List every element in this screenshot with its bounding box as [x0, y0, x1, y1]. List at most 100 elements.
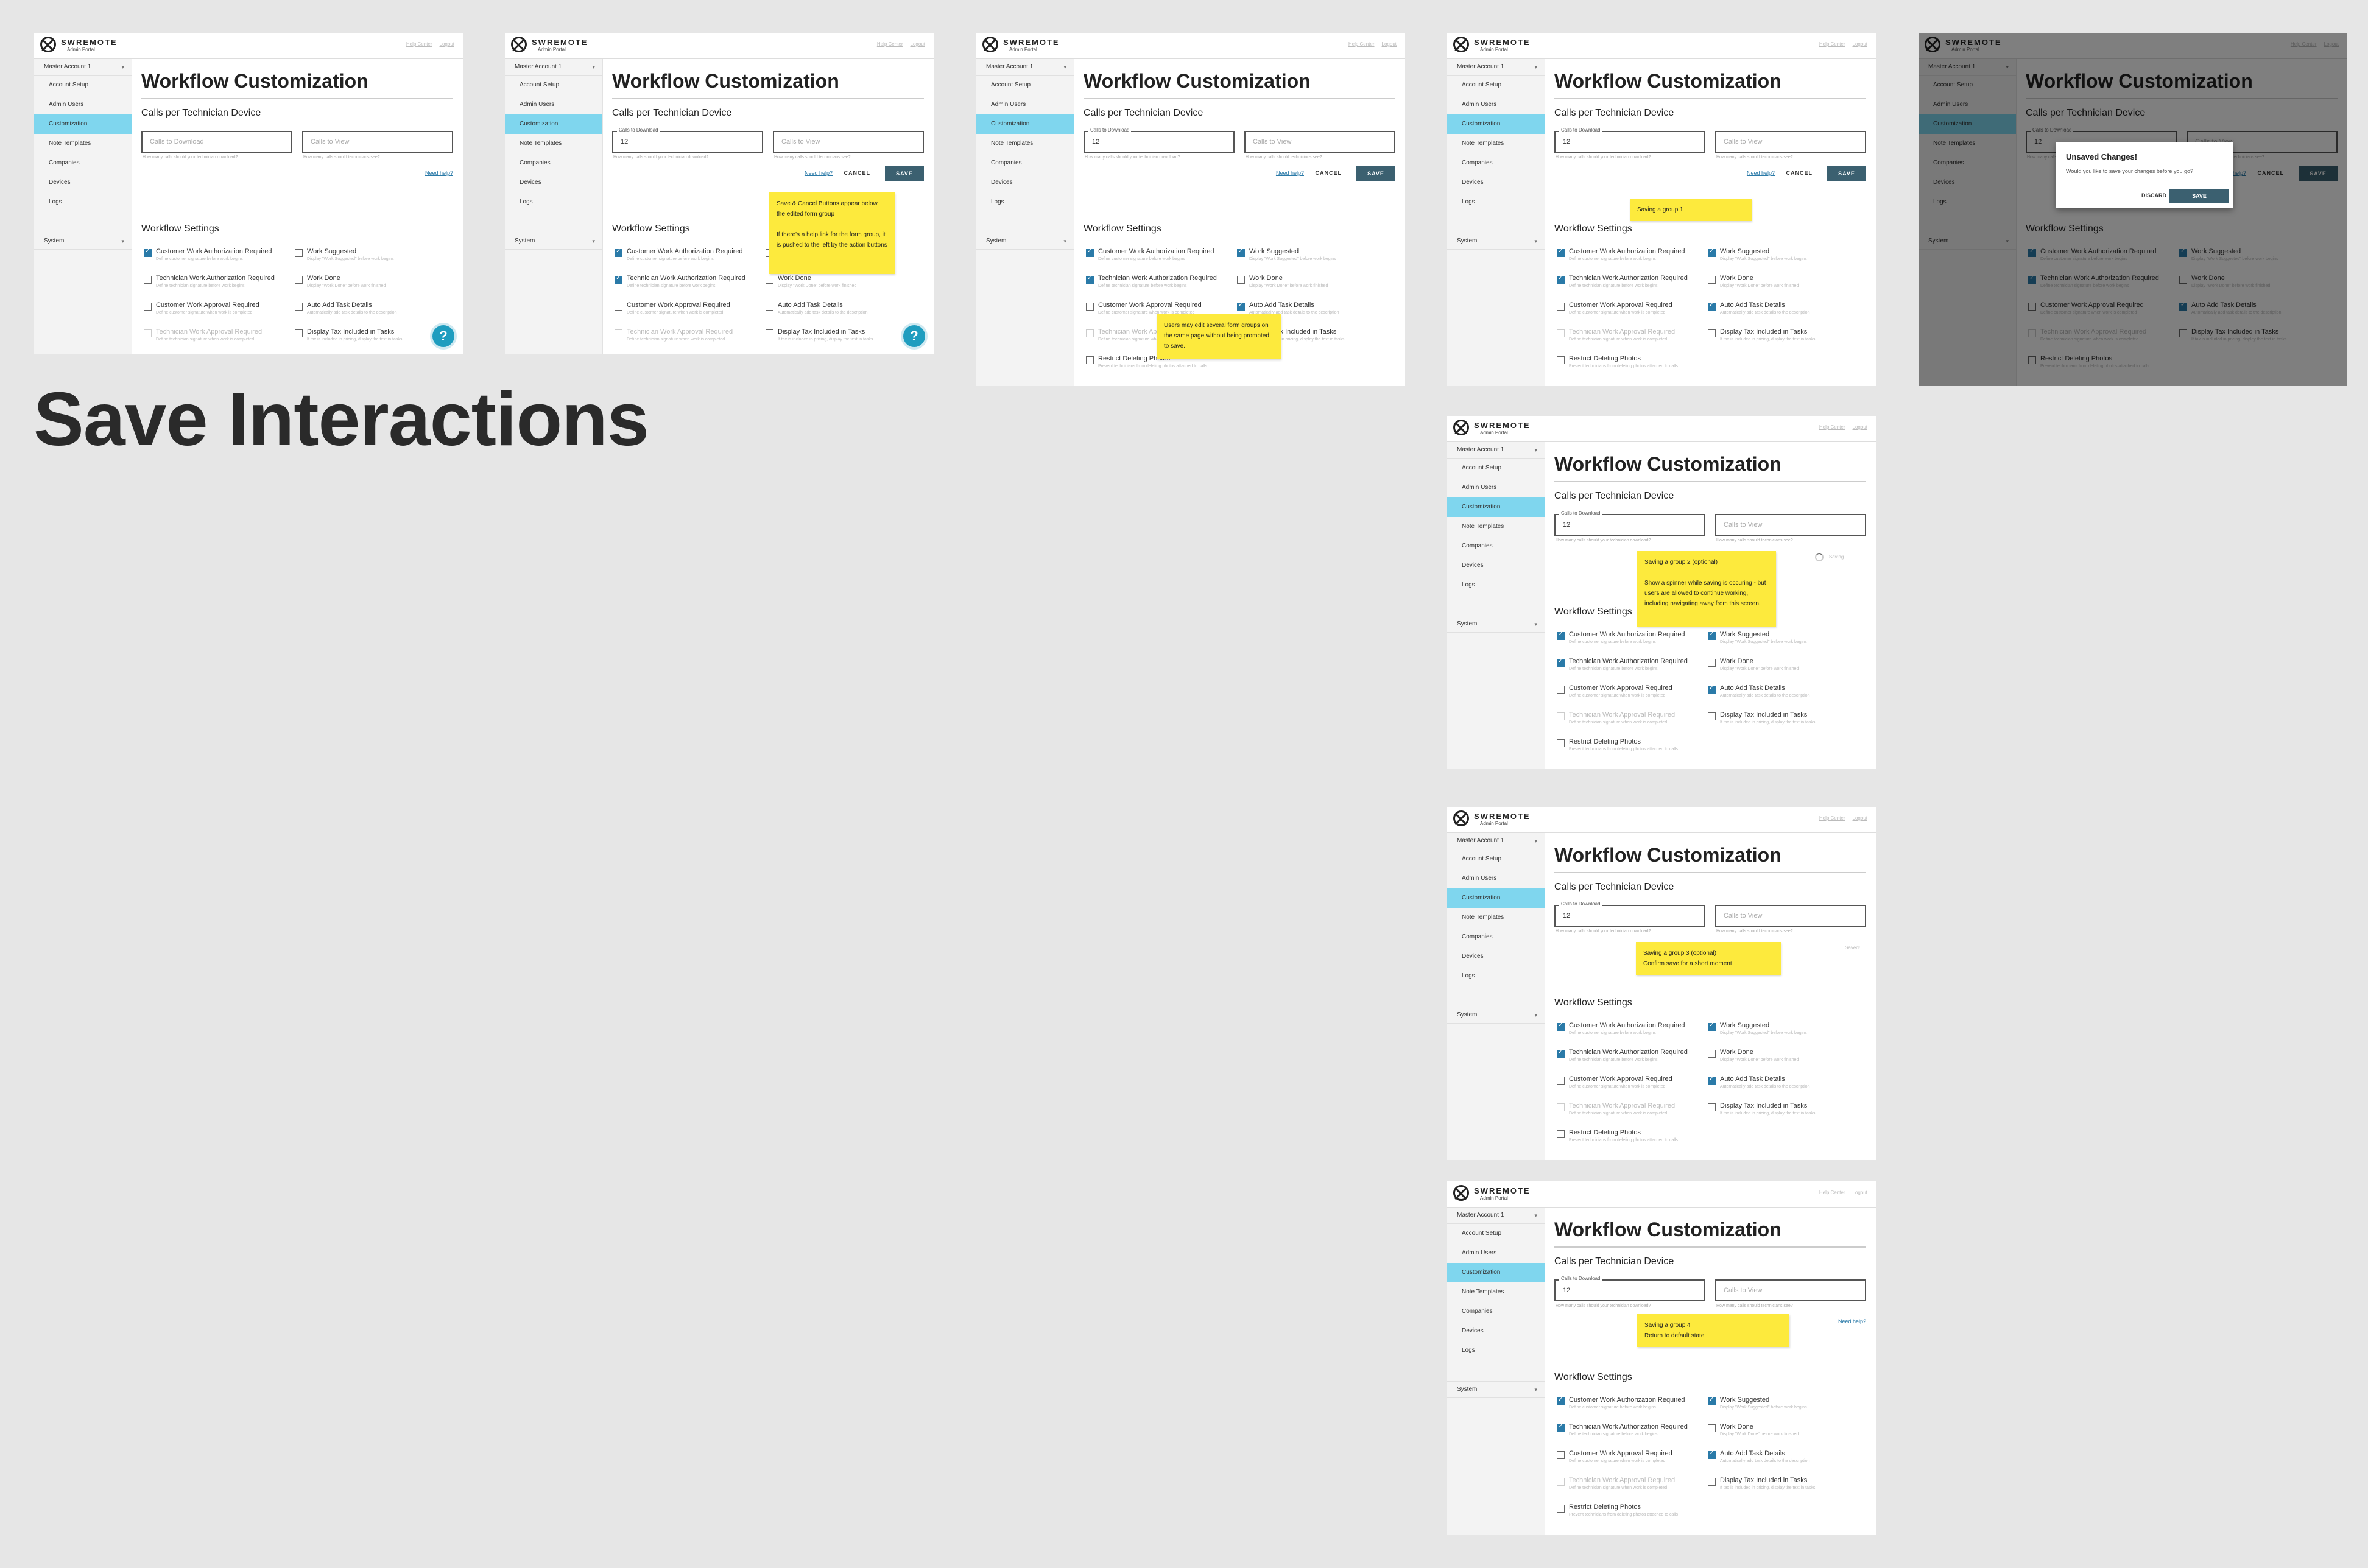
checkbox-icon[interactable] [1557, 686, 1565, 694]
checkbox-icon[interactable] [295, 303, 303, 311]
cancel-button[interactable]: CANCEL [1316, 170, 1342, 176]
setting-checkbox-right[interactable]: Display Tax Included in TasksIf tax is i… [1708, 328, 1866, 353]
setting-checkbox-right[interactable]: Work Done Display "Work Done" before work… [1708, 275, 1866, 299]
system-selector[interactable]: System [505, 233, 602, 250]
setting-checkbox-left[interactable]: Technician Work Authorization Required De… [1557, 658, 1715, 682]
system-selector[interactable]: System [1447, 1007, 1545, 1024]
sidebar-item[interactable]: Companies [1447, 536, 1545, 556]
setting-checkbox-left[interactable]: Customer Work Authorization RequiredDefi… [1557, 248, 1715, 272]
sidebar-item[interactable]: Devices [1447, 947, 1545, 966]
need-help-link[interactable]: Need help? [425, 170, 453, 176]
account-selector[interactable]: Master Account 1 [505, 59, 602, 76]
setting-checkbox-left[interactable]: Customer Work Approval Required Define cu… [1557, 301, 1715, 326]
calls-view-input[interactable]: Calls to View [1715, 514, 1866, 536]
setting-checkbox-left[interactable]: Restrict Deleting Photos Prevent technici… [1557, 1503, 1715, 1528]
discard-button[interactable]: DISCARD [2141, 192, 2166, 199]
setting-checkbox-left[interactable]: Technician Work Approval RequiredDefine … [1557, 1102, 1715, 1127]
checkbox-icon[interactable] [1708, 1450, 1716, 1459]
help-icon[interactable]: ? [901, 323, 928, 350]
checkbox-icon[interactable] [1086, 329, 1094, 337]
calls-download-input[interactable]: Calls to Download 12 [1084, 127, 1235, 153]
setting-checkbox-left[interactable]: Technician Work Authorization Required De… [1557, 1423, 1715, 1447]
checkbox-icon[interactable] [144, 276, 152, 284]
setting-checkbox-left[interactable]: Restrict Deleting Photos Prevent technici… [1557, 1129, 1715, 1153]
checkbox-icon[interactable] [1557, 275, 1565, 284]
checkbox-icon[interactable] [766, 329, 773, 337]
setting-checkbox-left[interactable]: Restrict Deleting Photos Prevent technici… [1557, 355, 1715, 379]
checkbox-icon[interactable] [1237, 301, 1245, 311]
checkbox-icon[interactable] [615, 248, 622, 257]
setting-checkbox-left[interactable]: Restrict Deleting Photos Prevent technici… [1557, 738, 1715, 762]
setting-checkbox-left[interactable]: Customer Work Authorization RequiredDefi… [1557, 1022, 1715, 1046]
checkbox-icon[interactable] [1557, 1423, 1565, 1432]
calls-view-input[interactable]: Calls to View [1715, 131, 1866, 153]
checkbox-icon[interactable] [1086, 303, 1094, 311]
checkbox-icon[interactable] [1708, 712, 1716, 720]
header-link[interactable]: Help Center [1819, 815, 1845, 821]
checkbox-icon[interactable] [1708, 276, 1716, 284]
sidebar-item[interactable]: Devices [34, 173, 132, 192]
header-link[interactable]: Help Center [1819, 424, 1845, 430]
setting-checkbox-left[interactable]: Customer Work Approval Required Define cu… [144, 301, 302, 326]
checkbox-icon[interactable] [1708, 301, 1716, 311]
setting-checkbox-left[interactable]: Technician Work Authorization Required De… [1557, 275, 1715, 299]
account-selector[interactable]: Master Account 1 [1447, 442, 1545, 459]
checkbox-icon[interactable] [295, 329, 303, 337]
sidebar-item[interactable]: Devices [1447, 173, 1545, 192]
checkbox-icon[interactable] [766, 276, 773, 284]
setting-checkbox-left[interactable]: Technician Work Authorization Required De… [615, 275, 773, 299]
sidebar-item[interactable]: Admin Users [1447, 869, 1545, 888]
setting-checkbox-left[interactable]: Technician Work Authorization Required De… [1086, 275, 1244, 299]
account-selector[interactable]: Master Account 1 [976, 59, 1074, 76]
sidebar-item[interactable]: Devices [976, 173, 1074, 192]
setting-checkbox-right[interactable]: Work SuggestedDisplay "Work Suggested" b… [1708, 1396, 1866, 1421]
sidebar-item[interactable]: Account Setup [1447, 76, 1545, 95]
calls-download-input[interactable]: Calls to Download [141, 131, 292, 153]
checkbox-icon[interactable] [615, 303, 622, 311]
sidebar-item[interactable]: Companies [34, 153, 132, 173]
header-link[interactable]: Logout [440, 41, 454, 47]
checkbox-icon[interactable] [144, 248, 152, 257]
setting-checkbox-left[interactable]: Technician Work Approval RequiredDefine … [144, 328, 302, 353]
system-selector[interactable]: System [976, 233, 1074, 250]
sidebar-item[interactable]: Admin Users [1447, 478, 1545, 497]
system-selector[interactable]: System [1447, 233, 1545, 250]
setting-checkbox-left[interactable]: Customer Work Authorization RequiredDefi… [1557, 1396, 1715, 1421]
sidebar-item[interactable]: Logs [505, 192, 602, 212]
setting-checkbox-right[interactable]: Auto Add Task Details Automatically add t… [1708, 1450, 1866, 1474]
sidebar-item[interactable]: Companies [505, 153, 602, 173]
calls-download-input[interactable]: Calls to Download 12 [1554, 1276, 1705, 1301]
sidebar-item[interactable]: Admin Users [1447, 1243, 1545, 1263]
sidebar-item[interactable]: Admin Users [34, 95, 132, 114]
system-selector[interactable]: System [1447, 1381, 1545, 1398]
header-link[interactable]: Logout [911, 41, 925, 47]
sidebar-item[interactable]: Logs [1447, 192, 1545, 212]
header-link[interactable]: Help Center [1819, 1190, 1845, 1195]
setting-checkbox-left[interactable]: Customer Work Approval Required Define cu… [1557, 1450, 1715, 1474]
checkbox-icon[interactable] [1708, 1424, 1716, 1432]
checkbox-icon[interactable] [1708, 329, 1716, 337]
setting-checkbox-right[interactable]: Display Tax Included in TasksIf tax is i… [766, 328, 924, 353]
cancel-button[interactable]: CANCEL [1786, 170, 1813, 176]
system-selector[interactable]: System [1447, 616, 1545, 633]
sidebar-item[interactable]: Companies [1447, 153, 1545, 173]
header-link[interactable]: Logout [1853, 815, 1867, 821]
calls-view-input[interactable]: Calls to View [1715, 1279, 1866, 1301]
sidebar-item[interactable]: Companies [976, 153, 1074, 173]
checkbox-icon[interactable] [1557, 712, 1565, 720]
sidebar-item[interactable]: Note Templates [34, 134, 132, 153]
need-help-link[interactable]: Need help? [1838, 1318, 1866, 1324]
checkbox-icon[interactable] [766, 303, 773, 311]
sidebar-item[interactable]: Logs [976, 192, 1074, 212]
calls-download-input[interactable]: Calls to Download 12 [1554, 901, 1705, 927]
checkbox-icon[interactable] [1708, 631, 1716, 640]
setting-checkbox-right[interactable]: Auto Add Task Details Automatically add t… [1708, 1075, 1866, 1100]
setting-checkbox-left[interactable]: Customer Work Authorization RequiredDefi… [144, 248, 302, 272]
checkbox-icon[interactable] [1708, 248, 1716, 257]
checkbox-icon[interactable] [1237, 276, 1245, 284]
account-selector[interactable]: Master Account 1 [1447, 833, 1545, 849]
cancel-button[interactable]: CANCEL [844, 170, 871, 176]
need-help-link[interactable]: Need help? [805, 170, 833, 176]
calls-view-input[interactable]: Calls to View [1715, 905, 1866, 927]
setting-checkbox-right[interactable]: Work SuggestedDisplay "Work Suggested" b… [1708, 1022, 1866, 1046]
